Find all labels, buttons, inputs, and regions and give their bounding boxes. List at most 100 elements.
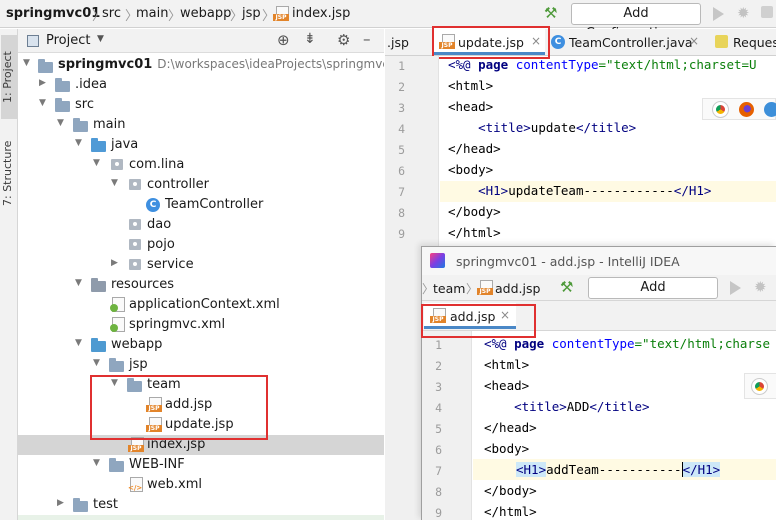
project-panel-title[interactable]: Project xyxy=(46,33,90,48)
tree-item-pojo[interactable]: pojo xyxy=(18,235,384,255)
firefox-icon[interactable] xyxy=(739,102,754,117)
line-number: 1 xyxy=(398,59,405,73)
structure-tool-tab[interactable]: 7: Structure xyxy=(1,125,17,221)
chrome-icon[interactable] xyxy=(751,378,768,395)
safari-icon[interactable] xyxy=(764,102,776,117)
tree-root-label: springmvc01 D:\workspaces\ideaProjects\sp… xyxy=(58,57,384,72)
breadcrumb-webapp[interactable]: webapp xyxy=(180,6,231,21)
breadcrumb-add-jsp[interactable]: add.jsp xyxy=(495,281,540,296)
expand-arrow-icon[interactable]: ▼ xyxy=(111,378,118,388)
expand-arrow-icon[interactable]: ▼ xyxy=(23,58,30,68)
tab-request-partial[interactable]: Reques xyxy=(711,29,776,55)
expand-arrow-icon[interactable]: ▼ xyxy=(75,338,82,348)
collapse-arrow-icon[interactable]: ▶ xyxy=(57,498,64,508)
line-number: 3 xyxy=(435,380,442,394)
tree-item-idea[interactable]: ▶ .idea xyxy=(18,75,384,95)
code-line-3: <head> xyxy=(448,99,494,114)
tree-item-team-folder[interactable]: ▼ team xyxy=(18,375,384,395)
expand-arrow-icon[interactable]: ▼ xyxy=(57,118,64,128)
tree-item-src[interactable]: ▼ src xyxy=(18,95,384,115)
breadcrumb-src[interactable]: src xyxy=(102,6,121,21)
collapse-all-icon[interactable]: ⇟ xyxy=(304,31,316,47)
tree-item-web-inf[interactable]: ▼ WEB-INF xyxy=(18,455,384,475)
tree-item-dao[interactable]: dao xyxy=(18,215,384,235)
tree-item-root[interactable]: ▼ springmvc01 D:\workspaces\ideaProjects\… xyxy=(18,55,384,75)
jsp-file-icon xyxy=(146,397,162,412)
code-line-1: <%@ page contentType="text/html;charse xyxy=(484,336,770,351)
folder-icon xyxy=(55,98,70,112)
add-configuration-button[interactable]: Add Configuration... xyxy=(588,277,718,315)
tree-item-main[interactable]: ▼ main xyxy=(18,115,384,135)
code-line-9: </html> xyxy=(484,504,537,519)
tree-item-springmvc-xml[interactable]: springmvc.xml xyxy=(18,315,384,335)
tree-item-com-lina[interactable]: ▼ com.lina xyxy=(18,155,384,175)
view-dropdown-chevron-icon[interactable]: ▼ xyxy=(97,34,104,44)
tree-item-service[interactable]: ▶ service xyxy=(18,255,384,275)
code-line-1: <%@ page contentType="text/html;charset=… xyxy=(448,57,757,72)
tree-item-add-jsp[interactable]: add.jsp xyxy=(18,395,384,415)
locate-file-icon[interactable]: ⊕ xyxy=(277,31,290,49)
tree-item-applicationcontext[interactable]: applicationContext.xml xyxy=(18,295,384,315)
expand-arrow-icon[interactable]: ▼ xyxy=(75,278,82,288)
tree-item-controller[interactable]: ▼ controller xyxy=(18,175,384,195)
tree-item-resources[interactable]: ▼ resources xyxy=(18,275,384,295)
package-icon xyxy=(129,179,141,190)
run-icon[interactable] xyxy=(713,7,724,21)
add-configuration-button[interactable]: Add Configuration... xyxy=(571,3,701,41)
tab-label: update.jsp xyxy=(458,35,524,50)
expand-arrow-icon[interactable]: ▼ xyxy=(39,98,46,108)
xml-file-icon xyxy=(128,477,143,492)
code-line-6: <body> xyxy=(448,162,494,177)
tab-index-jsp-partial[interactable]: .jsp xyxy=(385,29,415,55)
expand-arrow-icon[interactable]: ▼ xyxy=(111,178,118,188)
breadcrumb-jsp[interactable]: jsp xyxy=(242,6,261,21)
close-tab-icon[interactable]: × xyxy=(531,34,541,48)
expand-arrow-icon[interactable]: ▼ xyxy=(93,358,100,368)
folder-icon xyxy=(109,458,124,472)
tree-item-jsp-folder[interactable]: ▼ jsp xyxy=(18,355,384,375)
close-tab-icon[interactable]: × xyxy=(500,308,510,322)
tab-teamcontroller-java[interactable]: C TeamController.java × xyxy=(547,29,707,55)
code-token: <title> xyxy=(448,120,531,135)
tree-item-teamcontroller[interactable]: C TeamController xyxy=(18,195,384,215)
code-line-5: </head> xyxy=(448,141,501,156)
expand-arrow-icon[interactable]: ▼ xyxy=(93,158,100,168)
collapse-arrow-icon[interactable]: ▶ xyxy=(39,78,46,88)
package-icon xyxy=(111,159,123,170)
tree-item-index-jsp[interactable]: index.jsp xyxy=(18,435,384,455)
tree-item-webapp[interactable]: ▼ webapp xyxy=(18,335,384,355)
expand-arrow-icon[interactable]: ▼ xyxy=(75,138,82,148)
breadcrumb-main[interactable]: main xyxy=(136,6,168,21)
tree-item-java[interactable]: ▼ java xyxy=(18,135,384,155)
tree-item-web-xml[interactable]: web.xml xyxy=(18,475,384,495)
tree-item-partial xyxy=(18,515,384,520)
code-token: <title> xyxy=(484,399,567,414)
breadcrumb-project[interactable]: springmvc01 xyxy=(6,6,100,21)
project-tool-tab[interactable]: 1: Project xyxy=(1,35,17,119)
breadcrumb-team[interactable]: team xyxy=(433,281,465,296)
debug-icon[interactable]: ✹ xyxy=(754,278,767,296)
tab-add-jsp[interactable]: add.jsp × xyxy=(424,303,516,329)
breadcrumb-index-jsp[interactable]: index.jsp xyxy=(292,6,350,21)
tab-update-jsp[interactable]: update.jsp × xyxy=(433,29,545,55)
tree-item-label: springmvc.xml xyxy=(129,317,226,332)
build-hammer-icon[interactable]: ⚒ xyxy=(544,4,557,22)
build-hammer-icon[interactable]: ⚒ xyxy=(560,278,573,296)
tree-item-test[interactable]: ▶ test xyxy=(18,495,384,515)
tree-item-update-jsp[interactable]: update.jsp xyxy=(18,415,384,435)
hide-panel-icon[interactable]: – xyxy=(363,30,371,48)
run-icon[interactable] xyxy=(730,281,741,295)
jsp-file-icon xyxy=(477,280,493,295)
source-folder-icon xyxy=(91,138,106,152)
collapse-arrow-icon[interactable]: ▶ xyxy=(111,258,118,268)
code-line-5: </head> xyxy=(484,420,537,435)
code-token: contentType xyxy=(508,57,599,72)
stop-icon[interactable] xyxy=(761,6,773,18)
tree-item-label: web.xml xyxy=(147,477,202,492)
close-tab-icon[interactable]: × xyxy=(689,34,699,48)
code-line-8: </body> xyxy=(484,483,537,498)
expand-arrow-icon[interactable]: ▼ xyxy=(93,458,100,468)
chrome-icon[interactable] xyxy=(712,101,729,118)
settings-gear-icon[interactable]: ⚙ xyxy=(337,31,350,49)
debug-icon[interactable]: ✹ xyxy=(737,4,750,22)
